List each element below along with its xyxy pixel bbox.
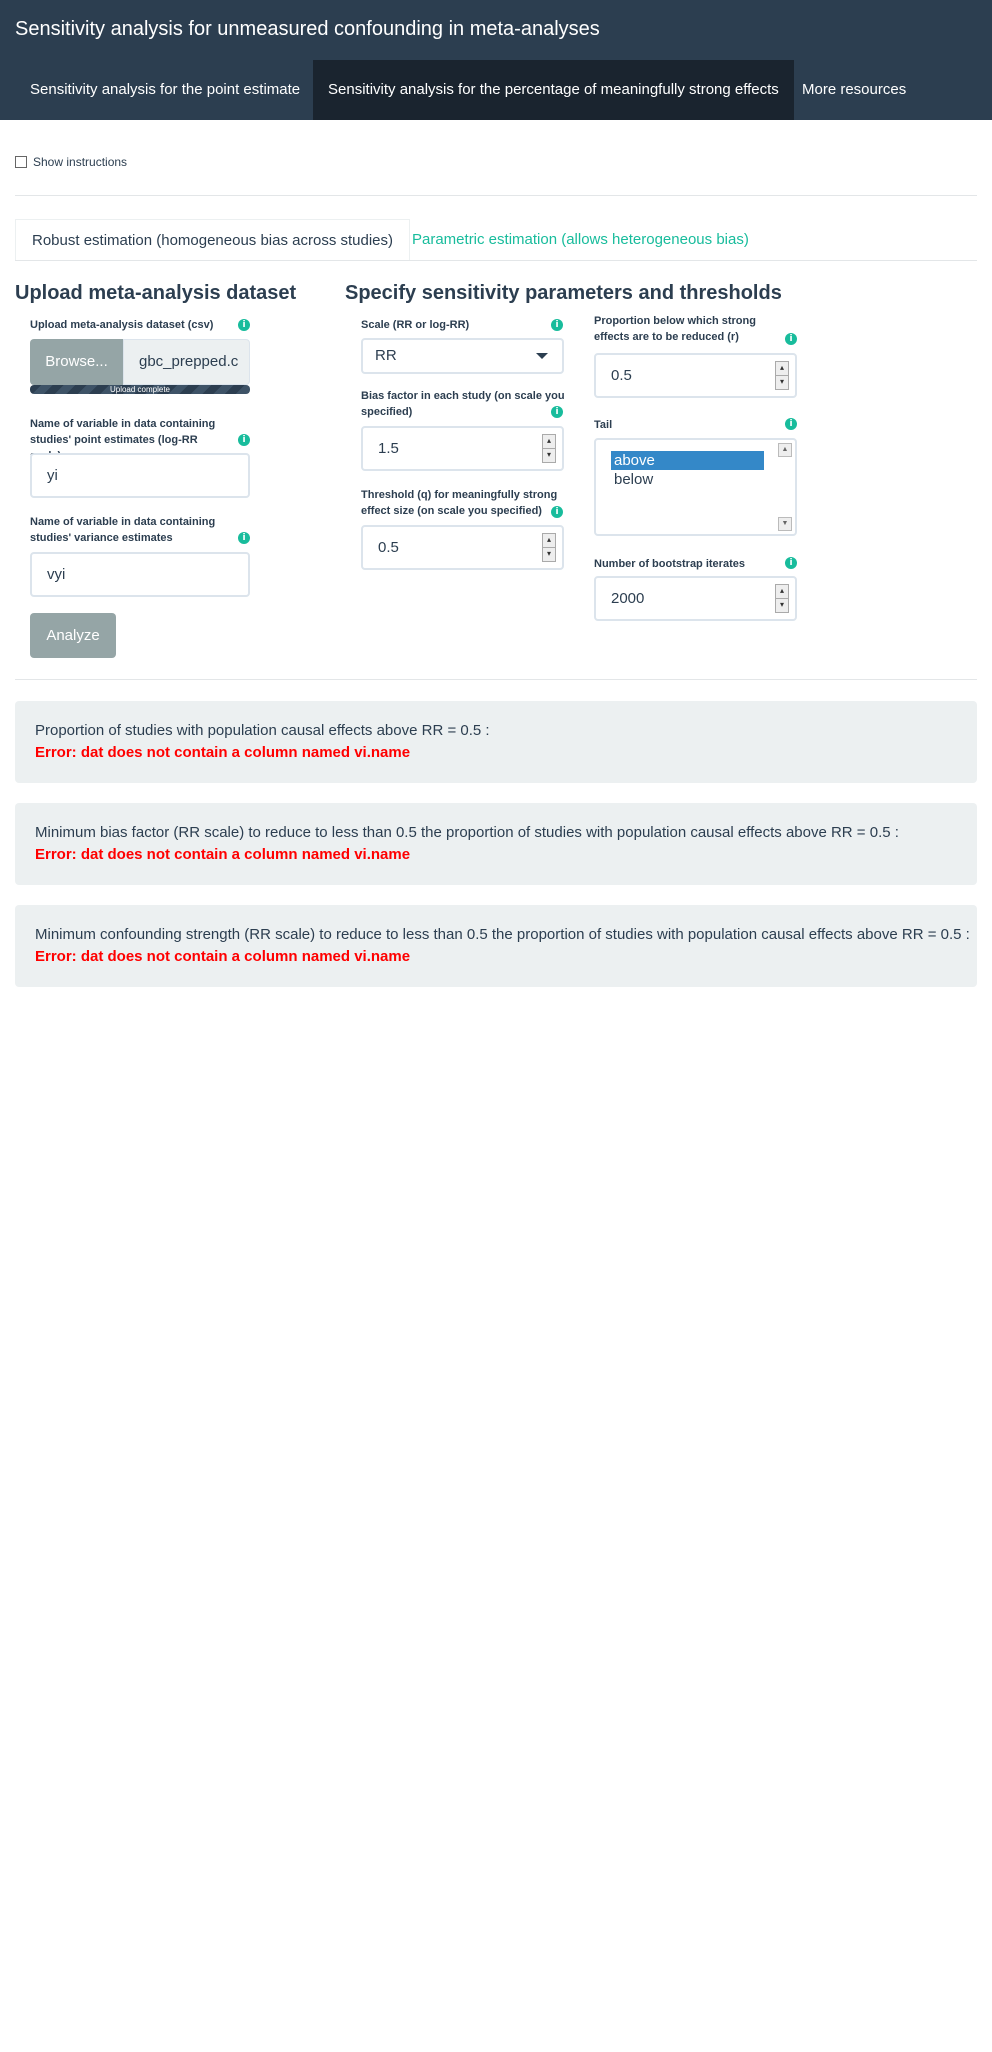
show-instructions-label: Show instructions bbox=[33, 155, 128, 169]
spin-down-icon[interactable]: ▾ bbox=[543, 548, 555, 562]
bootstrap-spinner[interactable]: ▴ ▾ bbox=[775, 584, 789, 613]
q-label: Threshold (q) for meaningfully strong ef… bbox=[361, 489, 558, 517]
show-instructions-checkbox[interactable] bbox=[15, 156, 27, 168]
spin-down-icon[interactable]: ▾ bbox=[776, 599, 788, 613]
result-error: Error: dat does not contain a column nam… bbox=[35, 948, 411, 965]
r-input[interactable]: 0.5 ▴ ▾ bbox=[594, 353, 797, 398]
spin-up-icon[interactable]: ▴ bbox=[543, 435, 555, 449]
tab-divider bbox=[15, 260, 977, 261]
result-panel-confounding-strength: Minimum confounding strength (RR scale) … bbox=[15, 905, 977, 987]
spin-up-icon[interactable]: ▴ bbox=[776, 362, 788, 376]
file-upload-label: Upload meta-analysis dataset (csv) bbox=[30, 319, 214, 331]
q-input[interactable]: 0.5 ▴ ▾ bbox=[361, 525, 564, 570]
bias-input[interactable]: 1.5 ▴ ▾ bbox=[361, 426, 564, 471]
upload-progress-bar: Upload complete bbox=[30, 385, 250, 394]
scroll-up-icon[interactable]: ▲ bbox=[778, 443, 792, 457]
upload-heading: Upload meta-analysis dataset bbox=[15, 282, 297, 304]
info-icon[interactable]: i bbox=[551, 406, 563, 418]
browse-button[interactable]: Browse... bbox=[30, 339, 123, 385]
q-spinner[interactable]: ▴ ▾ bbox=[542, 533, 556, 562]
show-instructions-row[interactable]: Show instructions bbox=[15, 155, 127, 169]
info-icon[interactable]: i bbox=[238, 434, 250, 446]
scale-select[interactable]: RR bbox=[361, 338, 564, 374]
info-icon[interactable]: i bbox=[238, 319, 250, 331]
scroll-down-icon[interactable]: ▼ bbox=[778, 517, 792, 531]
tab-parametric-estimation[interactable]: Parametric estimation (allows heterogene… bbox=[396, 219, 765, 261]
tab-robust-estimation[interactable]: Robust estimation (homogeneous bias acro… bbox=[15, 219, 411, 261]
tail-listbox[interactable]: above below ▲ ▼ bbox=[594, 438, 797, 536]
spin-down-icon[interactable]: ▾ bbox=[543, 449, 555, 463]
info-icon[interactable]: i bbox=[785, 418, 797, 430]
vi-label: Name of variable in data containing stud… bbox=[30, 516, 216, 544]
info-icon[interactable]: i bbox=[785, 557, 797, 569]
info-icon[interactable]: i bbox=[238, 532, 250, 544]
tail-option-below[interactable]: below bbox=[611, 470, 764, 489]
result-error: Error: dat does not contain a column nam… bbox=[35, 846, 411, 863]
yi-input[interactable]: yi bbox=[30, 453, 250, 498]
bias-spinner[interactable]: ▴ ▾ bbox=[542, 434, 556, 463]
spin-up-icon[interactable]: ▴ bbox=[543, 534, 555, 548]
bias-input-value: 1.5 bbox=[378, 440, 399, 457]
analyze-button[interactable]: Analyze bbox=[30, 613, 116, 658]
params-heading: Specify sensitivity parameters and thres… bbox=[345, 282, 782, 304]
result-error: Error: dat does not contain a column nam… bbox=[35, 744, 411, 761]
app-title: Sensitivity analysis for unmeasured conf… bbox=[15, 18, 600, 40]
q-input-value: 0.5 bbox=[378, 539, 399, 556]
info-icon[interactable]: i bbox=[551, 319, 563, 331]
scale-select-value: RR bbox=[375, 347, 397, 364]
spin-up-icon[interactable]: ▴ bbox=[776, 585, 788, 599]
bootstrap-label: Number of bootstrap iterates bbox=[594, 558, 745, 570]
r-label: Proportion below which strong effects ar… bbox=[594, 315, 756, 343]
bootstrap-input[interactable]: 2000 ▴ ▾ bbox=[594, 576, 797, 621]
chevron-down-icon bbox=[536, 353, 548, 359]
info-icon[interactable]: i bbox=[785, 333, 797, 345]
result-panel-bias-factor: Minimum bias factor (RR scale) to reduce… bbox=[15, 803, 977, 885]
vi-input[interactable]: vyi bbox=[30, 552, 250, 597]
tab-point-estimate[interactable]: Sensitivity analysis for the point estim… bbox=[15, 60, 315, 120]
result-title: Minimum confounding strength (RR scale) … bbox=[35, 926, 970, 943]
navbar: Sensitivity analysis for unmeasured conf… bbox=[0, 0, 992, 120]
r-input-value: 0.5 bbox=[611, 367, 632, 384]
spin-down-icon[interactable]: ▾ bbox=[776, 376, 788, 390]
filename-field: gbc_prepped.c bbox=[123, 339, 250, 385]
scale-label: Scale (RR or log-RR) bbox=[361, 319, 470, 331]
info-icon[interactable]: i bbox=[551, 506, 563, 518]
tail-label: Tail bbox=[594, 419, 613, 431]
bootstrap-input-value: 2000 bbox=[611, 590, 645, 607]
r-spinner[interactable]: ▴ ▾ bbox=[775, 361, 789, 390]
divider bbox=[15, 195, 977, 196]
bias-label: Bias factor in each study (on scale you … bbox=[361, 390, 565, 418]
tab-percentage-strong-effects[interactable]: Sensitivity analysis for the percentage … bbox=[313, 60, 794, 120]
result-panel-proportion: Proportion of studies with population ca… bbox=[15, 701, 977, 783]
result-title: Proportion of studies with population ca… bbox=[35, 722, 490, 739]
tail-option-above[interactable]: above bbox=[611, 451, 764, 470]
tab-more-resources[interactable]: More resources bbox=[787, 60, 921, 120]
result-title: Minimum bias factor (RR scale) to reduce… bbox=[35, 824, 899, 841]
divider bbox=[15, 679, 977, 680]
